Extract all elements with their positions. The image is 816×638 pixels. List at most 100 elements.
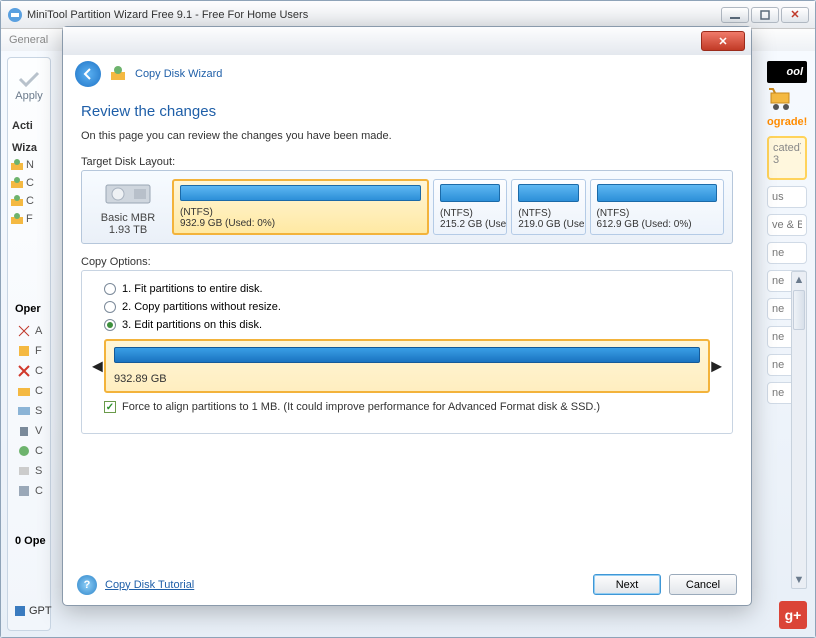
sidebar-item[interactable]: F [10,210,48,228]
layout-group-label: Target Disk Layout: [81,156,733,168]
partition-usage-bar [597,184,718,202]
partition-info: 612.9 GB (Used: 0%) [597,219,718,230]
op-item[interactable]: C [17,381,43,401]
partition-info: 219.0 GB (Use [518,219,578,230]
partition-info: 932.9 GB (Used: 0%) [180,218,421,229]
op-item[interactable]: C [17,361,43,381]
partition-info: 215.2 GB (Use [440,219,500,230]
app-icon [7,7,23,23]
cancel-button[interactable]: Cancel [669,574,737,595]
wizard-icon [109,65,127,83]
op-item[interactable]: C [17,441,43,461]
wizard-icon [10,158,24,172]
folder-icon [17,384,31,398]
partition-usage-bar [518,184,578,202]
partition-fs: (NTFS) [180,207,421,218]
op-item[interactable]: A [17,321,43,341]
hard-disk-icon [104,179,152,207]
titlebar: MiniTool Partition Wizard Free 9.1 - Fre… [1,1,815,29]
partition-fs: (NTFS) [597,208,718,219]
partition-cell[interactable]: (NTFS)932.9 GB (Used: 0%) [172,179,429,235]
apply-button[interactable]: Apply [10,62,48,110]
side-panel: ve & Bi [767,214,807,236]
disk-icon [17,404,31,418]
next-button[interactable]: Next [593,574,661,595]
window-title: MiniTool Partition Wizard Free 9.1 - Fre… [27,9,308,21]
operations-header: Oper [15,303,41,315]
scroll-down-icon[interactable]: ▼ [792,572,806,588]
wizard-icon [10,176,24,190]
disk-info: Basic MBR 1.93 TB [90,179,166,235]
op-item[interactable]: V [17,421,43,441]
partition-fs: (NTFS) [518,208,578,219]
scroll-thumb[interactable] [793,290,805,330]
brand-logo: ool [767,61,807,83]
sidebar-item[interactable]: N [10,156,48,174]
partition-row: (NTFS)932.9 GB (Used: 0%)(NTFS)215.2 GB … [172,179,724,235]
tool-icon [17,344,31,358]
partition-cell[interactable]: (NTFS)219.0 GB (Use [511,179,585,235]
copy-option-label: 3. Edit partitions on this disk. [122,319,262,331]
resize-handle-left[interactable]: ◀ [92,358,103,375]
dialog-titlebar: ✕ [63,27,751,55]
maximize-button[interactable] [751,7,779,23]
align-icon [17,324,31,338]
partition-bar[interactable] [114,347,700,363]
wizard-icon [10,212,24,226]
close-button[interactable]: ✕ [781,7,809,23]
copy-option-label: 2. Copy partitions without resize. [122,301,281,313]
gpt-legend: GPT [15,605,52,617]
review-title: Review the changes [81,103,733,120]
menu-general[interactable]: General [9,34,48,46]
partition-size: 932.89 GB [114,373,700,385]
sidebar-item[interactable]: C [10,192,48,210]
delete-icon [17,364,31,378]
pending-ops-label: 0 Ope [15,535,46,547]
copy-disk-wizard-dialog: ✕ Copy Disk Wizard Review the changes On… [62,26,752,606]
disk-size: 1.93 TB [90,224,166,236]
upgrade-label[interactable]: ograde! [767,116,807,128]
back-button[interactable] [75,61,101,87]
side-highlight-box: cated)3 [767,136,807,180]
scroll-up-icon[interactable]: ▲ [792,272,806,288]
side-panel: us [767,186,807,208]
partition-cell[interactable]: (NTFS)215.2 GB (Use [433,179,507,235]
partition-cell[interactable]: (NTFS)612.9 GB (Used: 0%) [590,179,725,235]
operations-list: A F C C S V C S C [17,321,43,501]
sidebar-item[interactable]: C [10,174,48,192]
partition-usage-bar [180,185,421,201]
op-item[interactable]: S [17,401,43,421]
force-align-checkbox[interactable]: ✓ [104,401,116,413]
target-disk-layout: Basic MBR 1.93 TB (NTFS)932.9 GB (Used: … [81,170,733,244]
tutorial-link[interactable]: Copy Disk Tutorial [105,579,194,591]
shield-icon [17,444,31,458]
wizards-label: Wiza [12,142,46,154]
copy-options-label: Copy Options: [81,256,733,268]
resize-handle-right[interactable]: ▶ [711,358,722,375]
copy-option-radio[interactable] [104,283,116,295]
help-icon[interactable]: ? [77,575,97,595]
dialog-close-button[interactable]: ✕ [701,31,745,51]
wizard-icon [10,194,24,208]
partition-usage-bar [440,184,500,202]
arrow-left-icon [81,67,95,81]
review-subtitle: On this page you can review the changes … [81,130,733,142]
minimize-button[interactable] [721,7,749,23]
copy-option-radio[interactable] [104,301,116,313]
google-plus-button[interactable]: g+ [779,601,807,629]
partition-fs: (NTFS) [440,208,500,219]
copy-option-radio[interactable] [104,319,116,331]
op-item[interactable]: C [17,481,43,501]
op-item[interactable]: S [17,461,43,481]
gpt-icon [17,484,31,498]
side-panel: ne [767,242,807,264]
force-align-label: Force to align partitions to 1 MB. (It c… [122,401,600,413]
trash-icon [17,424,31,438]
partition-edit-box[interactable]: 932.89 GB [104,339,710,393]
scrollbar[interactable]: ▲ ▼ [791,271,807,589]
check-icon [17,70,41,88]
actions-label: Acti [12,120,46,132]
wizard-title: Copy Disk Wizard [135,68,222,80]
op-item[interactable]: F [17,341,43,361]
mbr-icon [17,464,31,478]
